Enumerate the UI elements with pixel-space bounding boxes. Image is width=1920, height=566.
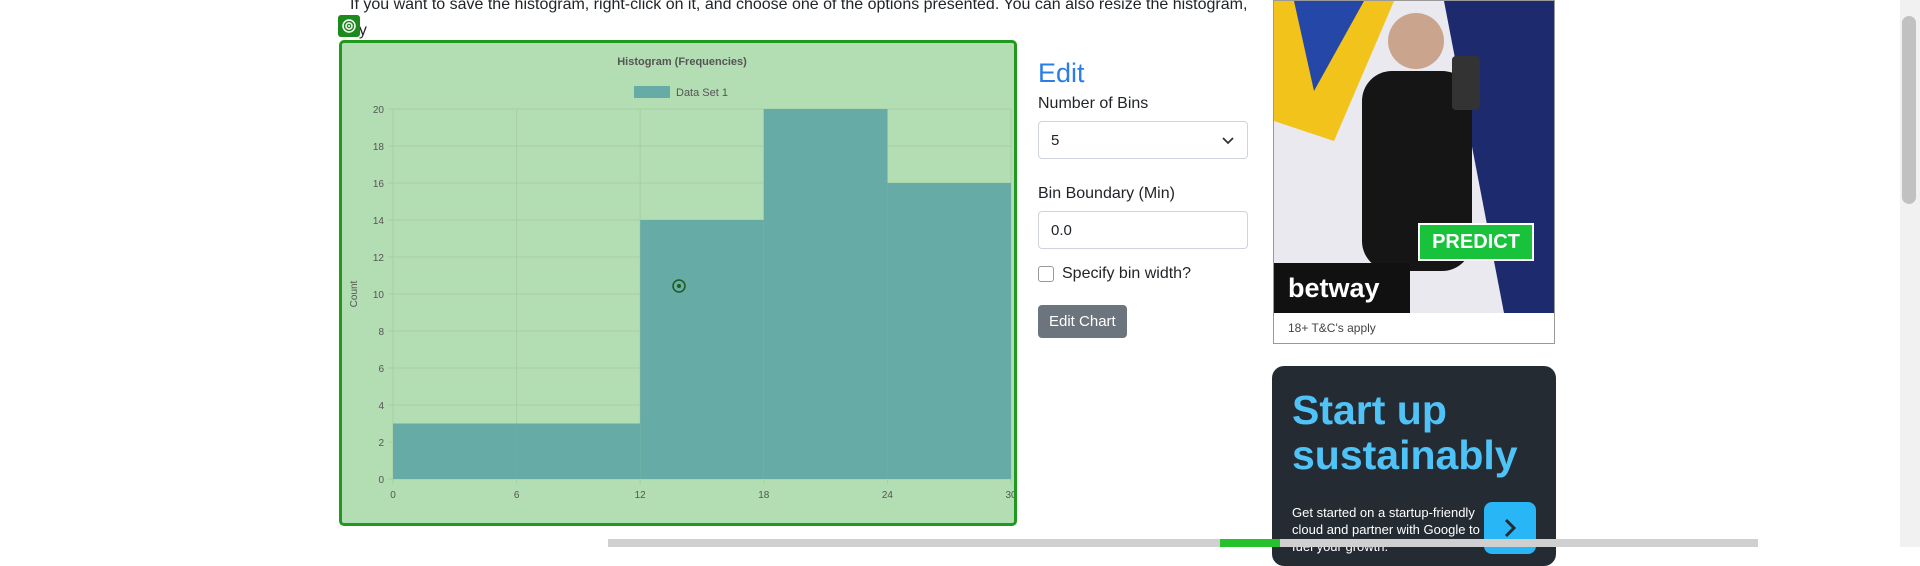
bin-width-row: Specify bin width? [1038, 265, 1248, 283]
intro-line-1: If you want to save the histogram, right… [350, 0, 1248, 39]
y-axis-label: Count [349, 280, 360, 307]
y-tick-label: 10 [373, 290, 385, 301]
hover-marker-dot [677, 284, 681, 288]
x-tick-label: 0 [390, 490, 396, 501]
bin-width-checkbox[interactable] [1038, 266, 1054, 282]
y-tick-label: 0 [378, 475, 384, 486]
scrollbar-thumb[interactable] [1902, 16, 1916, 204]
chevron-right-icon [1504, 518, 1517, 538]
y-tick-label: 12 [373, 253, 385, 264]
bins-select[interactable]: 5 [1038, 121, 1248, 159]
betway-logo: betway [1274, 263, 1410, 313]
histogram-bar [763, 109, 888, 479]
edit-chart-button[interactable]: Edit Chart [1038, 305, 1127, 338]
bottom-ad-bar [608, 539, 1758, 547]
y-tick-label: 4 [378, 401, 384, 412]
bottom-ad-accent [1220, 539, 1280, 547]
x-tick-label: 12 [635, 490, 647, 501]
histogram-bar [393, 423, 517, 479]
ad-terms: 18+ T&C's apply [1288, 321, 1376, 335]
histogram-bar [516, 423, 641, 479]
histogram-svg: Histogram (Frequencies)Data Set 10246810… [349, 56, 1014, 501]
bin-width-label: Specify bin width? [1062, 265, 1191, 282]
boundary-input[interactable]: 0.0 [1038, 211, 1248, 249]
y-tick-label: 8 [378, 327, 384, 338]
cloud-ad[interactable]: Start up sustainably Get started on a st… [1272, 366, 1556, 566]
bins-label: Number of Bins [1038, 95, 1149, 112]
histogram-bar [640, 220, 764, 479]
histogram-bar [887, 183, 1011, 479]
chevron-down-icon [1222, 137, 1234, 145]
legend-swatch [634, 86, 670, 98]
ad-headline: Start up sustainably [1292, 388, 1518, 478]
y-tick-label: 14 [373, 216, 385, 227]
boundary-label: Bin Boundary (Min) [1038, 185, 1175, 202]
x-tick-label: 18 [758, 490, 770, 501]
x-tick-label: 24 [882, 490, 894, 501]
y-tick-label: 18 [373, 142, 385, 153]
ad-headline-line-1: Start up [1292, 387, 1447, 433]
ad-headline-line-2: sustainably [1292, 432, 1518, 478]
predict-badge: PREDICT [1418, 223, 1534, 261]
y-tick-label: 6 [378, 364, 384, 375]
target-icon[interactable] [338, 15, 360, 37]
edit-panel: Edit Number of Bins 5 Bin Boundary (Min)… [1038, 58, 1248, 338]
y-tick-label: 20 [373, 105, 385, 116]
x-tick-label: 30 [1005, 490, 1014, 501]
y-tick-label: 16 [373, 179, 385, 190]
boundary-input-value: 0.0 [1051, 221, 1072, 239]
edit-title: Edit [1038, 58, 1085, 88]
ad-body: Get started on a startup-friendly cloud … [1292, 505, 1480, 554]
legend-label: Data Set 1 [676, 87, 728, 99]
histogram-chart[interactable]: Histogram (Frequencies) Data Set 1 0 2 4 6 8 10… [339, 40, 1017, 526]
bins-select-value: 5 [1051, 131, 1060, 149]
y-tick-label: 2 [378, 438, 384, 449]
betway-ad[interactable]: PREDICT betway 18+ T&C's apply [1273, 0, 1555, 344]
x-tick-label: 6 [514, 490, 520, 501]
chart-title: Histogram (Frequencies) [617, 56, 747, 68]
